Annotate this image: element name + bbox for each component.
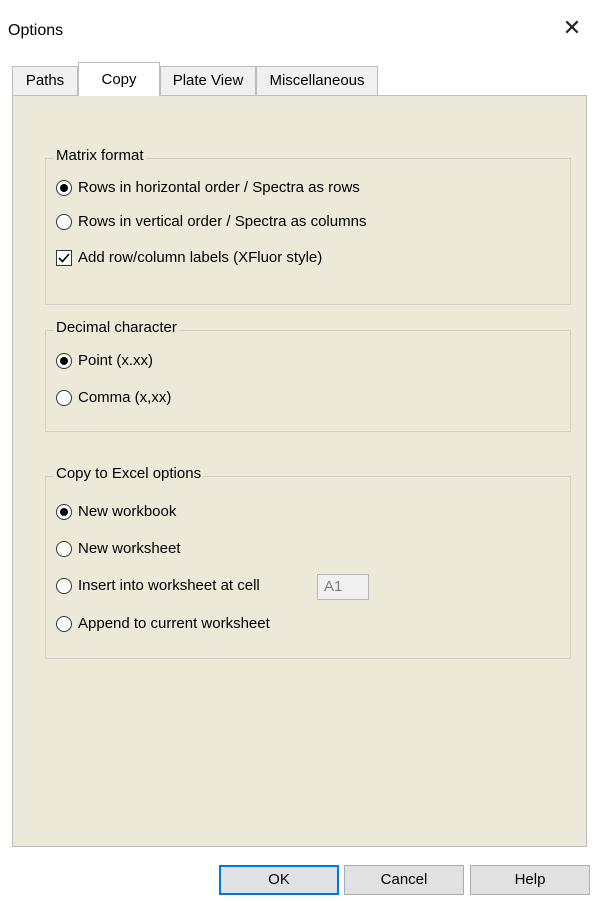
- tab-miscellaneous[interactable]: Miscellaneous: [256, 66, 378, 96]
- radio-button-checked-icon[interactable]: [56, 504, 72, 520]
- rows-vertical-option[interactable]: Rows in vertical order / Spectra as colu…: [56, 211, 366, 233]
- radio-button-icon[interactable]: [56, 578, 72, 594]
- option-label: Rows in horizontal order / Spectra as ro…: [78, 179, 360, 196]
- decimal-character-title: Decimal character: [54, 319, 179, 336]
- option-label: Rows in vertical order / Spectra as colu…: [78, 213, 367, 230]
- cancel-button[interactable]: Cancel: [344, 865, 464, 895]
- checkbox-checked-icon[interactable]: [56, 250, 72, 266]
- add-labels-checkbox[interactable]: Add row/column labels (XFluor style): [56, 247, 322, 269]
- decimal-character-group: Decimal character Point (x.xx) Comma (x,…: [45, 319, 571, 432]
- new-worksheet-option[interactable]: New worksheet: [56, 538, 181, 560]
- radio-button-checked-icon[interactable]: [56, 180, 72, 196]
- excel-options-group: Copy to Excel options New workbook New w…: [45, 465, 571, 659]
- close-icon[interactable]: ✕: [560, 16, 584, 40]
- ok-button[interactable]: OK: [219, 865, 339, 895]
- tab-plate-view[interactable]: Plate View: [160, 66, 256, 96]
- insert-at-cell-option[interactable]: Insert into worksheet at cell: [56, 575, 260, 597]
- tab-paths[interactable]: Paths: [12, 66, 78, 96]
- option-label: New workbook: [78, 503, 177, 520]
- point-option[interactable]: Point (x.xx): [56, 350, 153, 372]
- tab-copy[interactable]: Copy: [78, 62, 160, 96]
- option-label: Append to current worksheet: [78, 615, 270, 632]
- checkbox-label: Add row/column labels (XFluor style): [78, 249, 323, 266]
- option-label: Insert into worksheet at cell: [78, 577, 260, 594]
- option-label: Point (x.xx): [78, 352, 154, 369]
- option-label: New worksheet: [78, 540, 181, 557]
- radio-button-checked-icon[interactable]: [56, 353, 72, 369]
- cell-address-input[interactable]: A1: [317, 574, 369, 600]
- new-workbook-option[interactable]: New workbook: [56, 501, 176, 523]
- radio-button-icon[interactable]: [56, 214, 72, 230]
- rows-horizontal-option[interactable]: Rows in horizontal order / Spectra as ro…: [56, 177, 360, 199]
- radio-button-icon[interactable]: [56, 390, 72, 406]
- title-bar: Options ✕: [0, 0, 596, 46]
- matrix-format-group: Matrix format Rows in horizontal order /…: [45, 147, 571, 305]
- help-button[interactable]: Help: [470, 865, 590, 895]
- append-option[interactable]: Append to current worksheet: [56, 613, 270, 635]
- radio-button-icon[interactable]: [56, 541, 72, 557]
- matrix-format-title: Matrix format: [54, 147, 146, 164]
- radio-button-icon[interactable]: [56, 616, 72, 632]
- copy-tab-panel: Matrix format Rows in horizontal order /…: [12, 95, 587, 847]
- option-label: Comma (x,xx): [78, 389, 172, 406]
- excel-options-title: Copy to Excel options: [54, 465, 204, 482]
- comma-option[interactable]: Comma (x,xx): [56, 387, 171, 409]
- window-title: Options: [8, 22, 64, 39]
